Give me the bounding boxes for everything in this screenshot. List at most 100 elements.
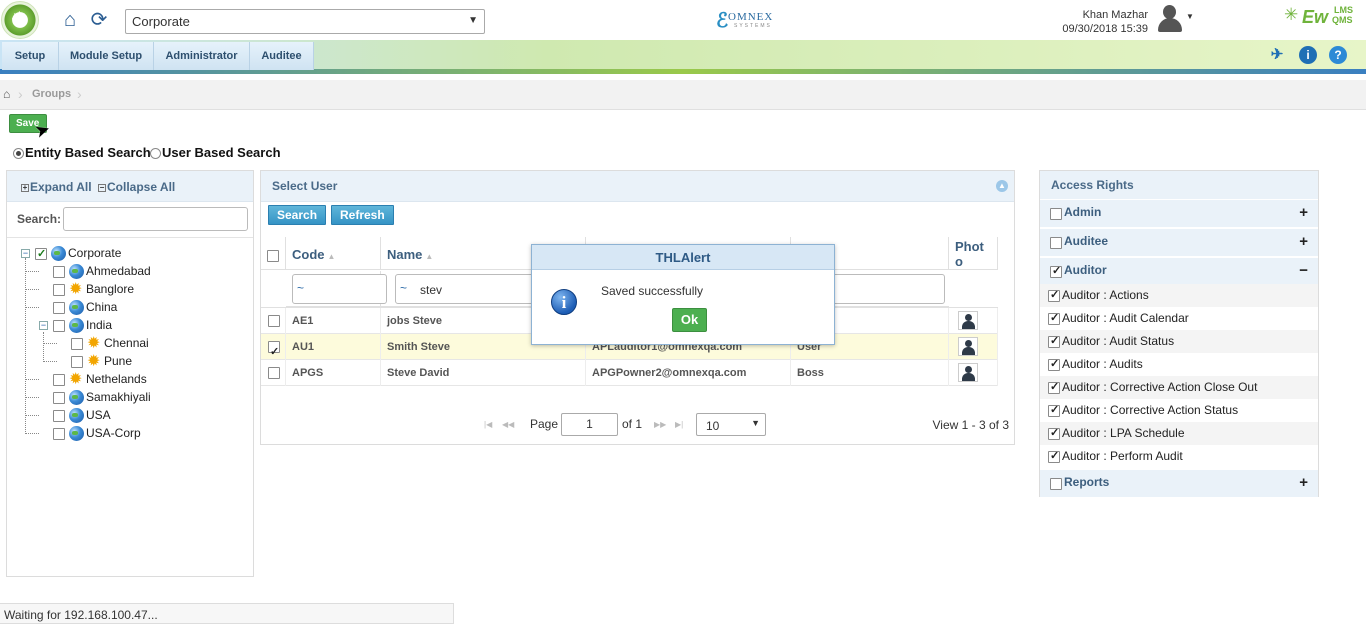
globe-icon (69, 264, 84, 280)
tree-search-input[interactable] (63, 207, 248, 231)
tree-search-label: Search: (17, 212, 62, 226)
tree-checkbox[interactable] (53, 265, 65, 278)
user-based-search-option[interactable]: User Based Search (150, 145, 281, 160)
tree-node-china[interactable]: China (53, 299, 117, 316)
nav-auditee[interactable]: Auditee (250, 42, 314, 70)
group-checkbox[interactable] (1050, 237, 1062, 249)
first-page-icon[interactable]: |◀ (484, 420, 492, 429)
home-icon[interactable]: ⌂ (58, 8, 82, 32)
tree-node-india[interactable]: India (53, 317, 112, 334)
tree-line (25, 415, 39, 416)
tree-checkbox[interactable] (53, 409, 65, 422)
collapse-panel-icon[interactable]: ▲ (996, 180, 1008, 192)
collapse-node-icon[interactable]: − (39, 321, 48, 330)
tree-checkbox[interactable] (53, 301, 65, 314)
user-photo-icon[interactable] (958, 363, 978, 382)
entity-based-radio[interactable] (13, 148, 24, 160)
group-checkbox[interactable] (1050, 264, 1062, 278)
item-checkbox[interactable] (1048, 311, 1060, 325)
user-photo-icon[interactable] (958, 337, 978, 356)
nav-module-setup[interactable]: Module Setup (59, 42, 154, 70)
nav-setup[interactable]: Setup (2, 42, 59, 70)
collapse-icon[interactable]: − (1299, 262, 1308, 279)
item-checkbox[interactable] (1048, 357, 1060, 371)
access-item[interactable]: Auditor : Corrective Action Status (1040, 399, 1318, 422)
search-button[interactable]: Search (268, 205, 327, 225)
row-checkbox[interactable] (268, 339, 280, 360)
dialog-message: Saved successfully (601, 284, 704, 298)
user-name: Khan Mazhar (1082, 9, 1148, 21)
entity-select[interactable]: Corporate ▼ (125, 9, 485, 34)
access-item[interactable]: Auditor : LPA Schedule (1040, 422, 1318, 445)
item-checkbox[interactable] (1048, 403, 1060, 417)
tree-node-corporate[interactable]: Corporate (35, 245, 121, 262)
next-page-icon[interactable]: ▶▶ (654, 420, 666, 429)
expand-icon[interactable]: + (1299, 474, 1308, 491)
item-checkbox[interactable] (1048, 426, 1060, 440)
help-icon[interactable]: ? (1329, 46, 1347, 64)
group-checkbox[interactable] (1050, 208, 1062, 220)
user-based-radio[interactable] (150, 148, 161, 160)
last-page-icon[interactable]: ▶| (675, 420, 683, 429)
access-group-admin[interactable]: Admin + (1040, 199, 1318, 227)
tree-checkbox[interactable] (53, 319, 65, 332)
expand-all-link[interactable]: + Expand All (21, 180, 92, 194)
page-size-select[interactable]: 10 ▼ (696, 413, 766, 436)
access-item[interactable]: Auditor : Audits (1040, 353, 1318, 376)
item-checkbox[interactable] (1048, 380, 1060, 394)
row-checkbox[interactable] (268, 315, 280, 328)
tree-checkbox[interactable] (71, 337, 83, 350)
tree-node-banglore[interactable]: ✹ Banglore (53, 281, 134, 297)
expand-icon[interactable]: + (1299, 233, 1308, 250)
item-checkbox[interactable] (1048, 449, 1060, 463)
collapse-node-icon[interactable]: − (21, 249, 30, 258)
tree-checkbox[interactable] (35, 246, 47, 262)
user-photo-icon[interactable] (958, 311, 978, 330)
access-group-reports[interactable]: Reports + (1040, 469, 1318, 497)
tree-node-samakhiyali[interactable]: Samakhiyali (53, 389, 151, 406)
refresh-button[interactable]: Refresh (331, 205, 394, 225)
page-number-input[interactable]: 1 (561, 413, 618, 436)
access-item[interactable]: Auditor : Audit Calendar (1040, 307, 1318, 330)
item-checkbox[interactable] (1048, 288, 1060, 302)
access-item[interactable]: Auditor : Perform Audit (1040, 445, 1318, 468)
select-all-checkbox[interactable] (267, 250, 279, 263)
tree-checkbox[interactable] (71, 355, 83, 368)
tree-node-pune[interactable]: ✹ Pune (71, 353, 132, 369)
breadcrumb-home-icon[interactable]: ⌂ (3, 87, 10, 101)
access-group-auditor[interactable]: Auditor − (1040, 257, 1318, 285)
item-checkbox[interactable] (1048, 334, 1060, 348)
entity-based-search-option[interactable]: Entity Based Search (13, 145, 151, 160)
table-row[interactable]: APGS Steve David APGPowner2@omnexqa.com … (261, 360, 998, 386)
refresh-icon[interactable]: ⟳ (87, 8, 111, 32)
info-icon[interactable]: i (1299, 46, 1317, 64)
expand-icon[interactable]: + (1299, 204, 1308, 221)
ok-button[interactable]: Ok (672, 308, 707, 332)
tree-node-nethelands[interactable]: ✹ Nethelands (53, 371, 147, 387)
row-checkbox[interactable] (268, 367, 280, 380)
access-item[interactable]: Auditor : Audit Status (1040, 330, 1318, 353)
tree-line (43, 361, 57, 362)
access-group-auditee[interactable]: Auditee + (1040, 228, 1318, 256)
code-filter-input[interactable]: ~ (292, 274, 387, 304)
column-header-code[interactable]: Code ▲ (286, 237, 381, 270)
user-avatar-icon[interactable] (1155, 3, 1185, 33)
tree-node-ahmedabad[interactable]: Ahmedabad (53, 263, 151, 280)
access-item[interactable]: Auditor : Actions (1040, 284, 1318, 307)
tree-checkbox[interactable] (53, 427, 65, 440)
app-logo-icon[interactable] (1, 1, 39, 39)
access-item[interactable]: Auditor : Corrective Action Close Out (1040, 376, 1318, 399)
prev-page-icon[interactable]: ◀◀ (502, 420, 514, 429)
tree-checkbox[interactable] (53, 391, 65, 404)
tree-checkbox[interactable] (53, 283, 65, 296)
tree-node-chennai[interactable]: ✹ Chennai (71, 335, 149, 351)
tree-node-usa-corp[interactable]: USA-Corp (53, 425, 141, 442)
caret-down-icon[interactable]: ▼ (1186, 12, 1194, 21)
group-checkbox[interactable] (1050, 478, 1062, 490)
nav-administrator[interactable]: Administrator (154, 42, 250, 70)
pin-icon[interactable]: ✈ (1268, 46, 1286, 64)
tree-node-usa[interactable]: USA (53, 407, 111, 424)
tree-checkbox[interactable] (53, 373, 65, 386)
row-code: AU1 (286, 334, 381, 360)
collapse-all-link[interactable]: − Collapse All (98, 180, 175, 194)
